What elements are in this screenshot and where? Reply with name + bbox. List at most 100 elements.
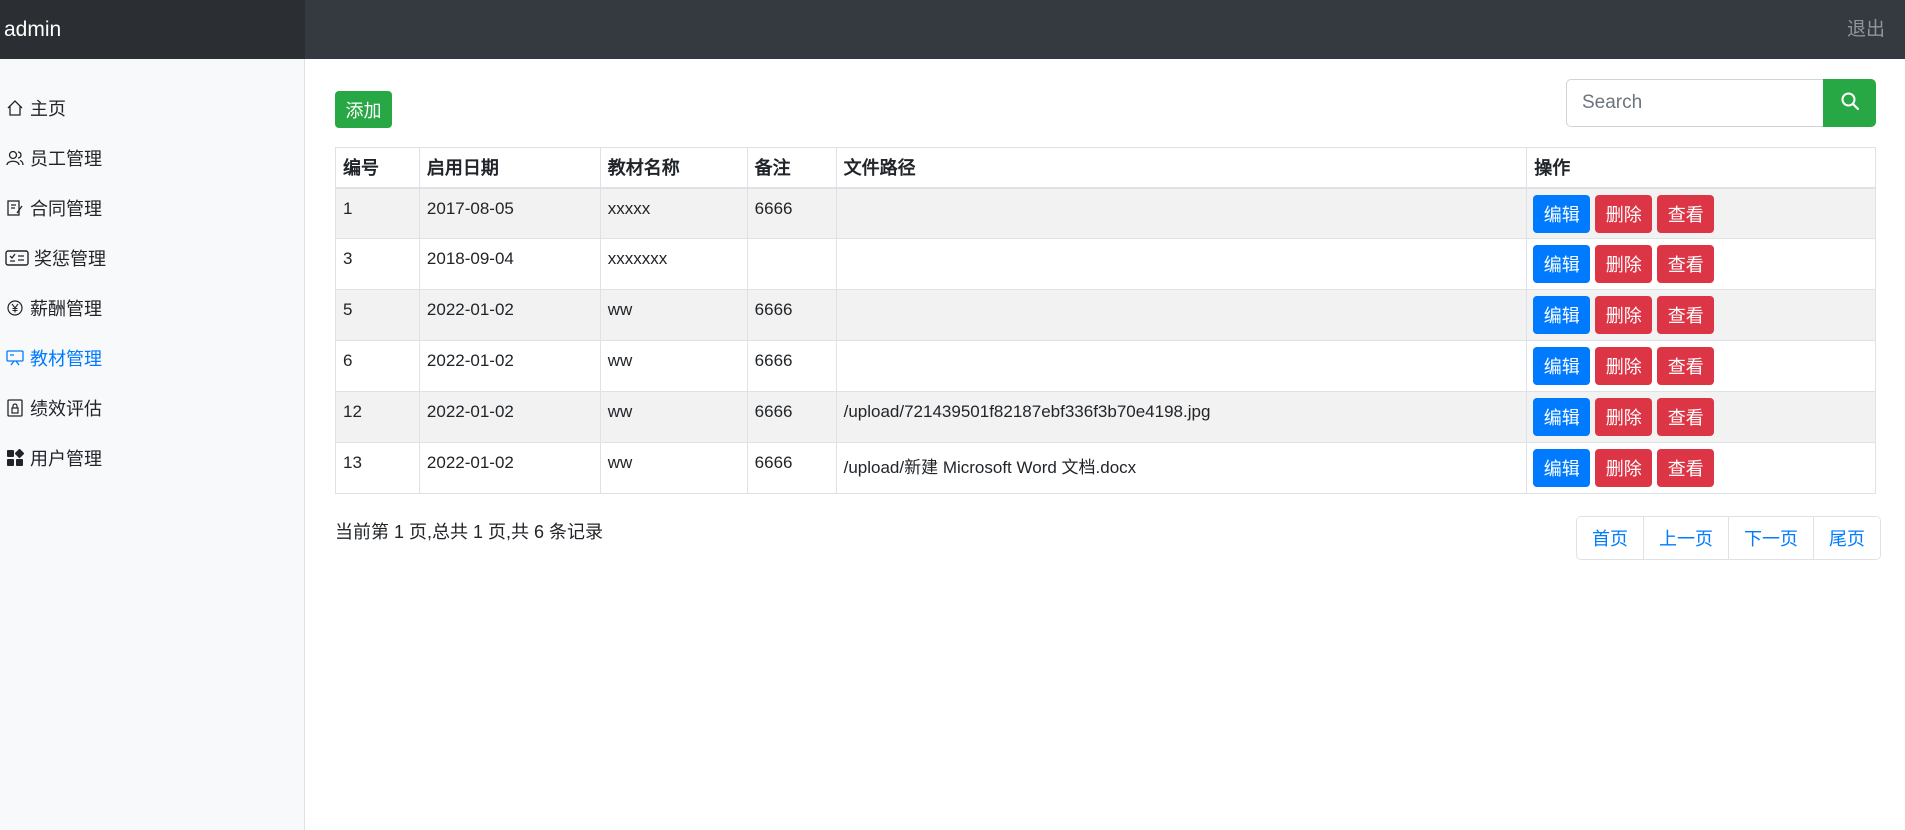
cell-id: 6	[335, 340, 420, 392]
sidebar-item-home[interactable]: 主页	[5, 95, 66, 121]
table-row: 6 2022-01-02 ww 6666 编辑 删除 查看	[335, 340, 1876, 392]
column-header-note: 备注	[746, 147, 837, 189]
cell-note: 6666	[746, 391, 837, 443]
cell-date: 2017-08-05	[418, 187, 601, 239]
column-header-path: 文件路径	[835, 147, 1528, 189]
cell-path	[835, 238, 1528, 290]
sidebar-item-performance[interactable]: 绩效评估	[5, 395, 102, 421]
sidebar-item-employees[interactable]: 员工管理	[5, 145, 102, 171]
view-button[interactable]: 查看	[1657, 245, 1715, 283]
pager-last[interactable]: 尾页	[1813, 517, 1880, 559]
cell-path	[835, 187, 1528, 239]
table-row: 5 2022-01-02 ww 6666 编辑 删除 查看	[335, 289, 1876, 341]
cell-name: ww	[599, 442, 748, 494]
table-header-row: 编号 启用日期 教材名称 备注 文件路径 操作	[335, 147, 1876, 189]
edit-button[interactable]: 编辑	[1533, 347, 1591, 385]
textbook-table: 编号 启用日期 教材名称 备注 文件路径 操作 1 2017-08-05 xxx…	[335, 147, 1876, 494]
pager-prev[interactable]: 上一页	[1643, 517, 1728, 559]
view-button[interactable]: 查看	[1657, 296, 1715, 334]
edit-button[interactable]: 编辑	[1533, 398, 1591, 436]
sidebar-item-rewards[interactable]: 奖惩管理	[5, 245, 106, 271]
cell-name: xxxxx	[599, 187, 748, 239]
sidebar-item-label: 奖惩管理	[34, 249, 106, 269]
sidebar-item-label: 主页	[30, 99, 66, 119]
cell-date: 2022-01-02	[418, 289, 601, 341]
delete-button[interactable]: 删除	[1595, 194, 1653, 233]
cell-id: 3	[335, 238, 420, 290]
edit-button[interactable]: 编辑	[1533, 449, 1591, 487]
pager-first[interactable]: 首页	[1577, 517, 1643, 559]
sidebar-item-label: 薪酬管理	[30, 299, 102, 319]
edit-button[interactable]: 编辑	[1533, 245, 1591, 283]
view-button[interactable]: 查看	[1657, 398, 1715, 436]
search-input[interactable]	[1566, 79, 1824, 127]
column-header-name: 教材名称	[599, 147, 748, 189]
column-header-actions: 操作	[1526, 147, 1876, 189]
yen-coin-icon	[5, 298, 25, 318]
delete-button[interactable]: 删除	[1595, 296, 1653, 334]
sidebar-item-label: 员工管理	[30, 149, 102, 169]
sidebar-item-textbooks[interactable]: 教材管理	[5, 345, 102, 371]
edit-button[interactable]: 编辑	[1533, 194, 1591, 233]
card-checklist-icon	[5, 248, 29, 268]
table-row: 13 2022-01-02 ww 6666 /upload/新建 Microso…	[335, 442, 1876, 494]
cell-id: 13	[335, 442, 420, 494]
cell-note: 6666	[746, 442, 837, 494]
people-icon	[5, 148, 25, 168]
search-icon	[1840, 91, 1860, 116]
brand-title[interactable]: admin	[0, 0, 305, 59]
cell-date: 2018-09-04	[418, 238, 601, 290]
cell-path: /upload/721439501f82187ebf336f3b70e4198.…	[835, 391, 1528, 443]
cell-actions: 编辑 删除 查看	[1526, 340, 1876, 392]
cell-name: ww	[599, 391, 748, 443]
easel-icon	[5, 348, 25, 368]
journal-edit-icon	[5, 198, 25, 218]
cell-date: 2022-01-02	[418, 442, 601, 494]
cell-id: 12	[335, 391, 420, 443]
sidebar-item-users[interactable]: 用户管理	[5, 445, 102, 471]
cell-note: 6666	[746, 340, 837, 392]
cell-note: 6666	[746, 187, 837, 239]
sidebar-item-contracts[interactable]: 合同管理	[5, 195, 102, 221]
cell-note	[746, 238, 837, 290]
grid-icon	[5, 448, 25, 468]
cell-name: ww	[599, 289, 748, 341]
column-header-date: 启用日期	[418, 147, 601, 189]
delete-button[interactable]: 删除	[1595, 245, 1653, 283]
sidebar-item-salary[interactable]: 薪酬管理	[5, 295, 102, 321]
cell-actions: 编辑 删除 查看	[1526, 442, 1876, 494]
logout-link[interactable]: 退出	[1847, 0, 1885, 59]
house-icon	[5, 98, 25, 118]
cell-actions: 编辑 删除 查看	[1526, 187, 1876, 239]
pager-next[interactable]: 下一页	[1728, 517, 1813, 559]
cell-name: xxxxxxx	[599, 238, 748, 290]
sidebar-item-label: 用户管理	[30, 449, 102, 469]
sidebar-item-label: 教材管理	[30, 349, 102, 369]
cell-date: 2022-01-02	[418, 340, 601, 392]
file-lock-icon	[5, 398, 25, 418]
record-count-text: 当前第 1 页,总共 1 页,共 6 条记录	[335, 522, 604, 542]
view-button[interactable]: 查看	[1657, 194, 1715, 233]
view-button[interactable]: 查看	[1657, 347, 1715, 385]
edit-button[interactable]: 编辑	[1533, 296, 1591, 334]
top-navbar: admin 退出	[0, 0, 1905, 59]
table-row: 12 2022-01-02 ww 6666 /upload/721439501f…	[335, 391, 1876, 443]
cell-actions: 编辑 删除 查看	[1526, 391, 1876, 443]
pagination: 首页 上一页 下一页 尾页	[1576, 516, 1881, 560]
search-button[interactable]	[1823, 79, 1876, 127]
delete-button[interactable]: 删除	[1595, 449, 1653, 487]
delete-button[interactable]: 删除	[1595, 347, 1653, 385]
cell-path	[835, 340, 1528, 392]
sidebar-item-label: 绩效评估	[30, 399, 102, 419]
cell-actions: 编辑 删除 查看	[1526, 238, 1876, 290]
add-button[interactable]: 添加	[335, 91, 392, 128]
cell-id: 1	[335, 187, 420, 239]
view-button[interactable]: 查看	[1657, 449, 1715, 487]
delete-button[interactable]: 删除	[1595, 398, 1653, 436]
sidebar-item-label: 合同管理	[30, 199, 102, 219]
cell-path: /upload/新建 Microsoft Word 文档.docx	[835, 442, 1528, 494]
cell-date: 2022-01-02	[418, 391, 601, 443]
cell-id: 5	[335, 289, 420, 341]
table-row: 3 2018-09-04 xxxxxxx 编辑 删除 查看	[335, 238, 1876, 290]
cell-path	[835, 289, 1528, 341]
